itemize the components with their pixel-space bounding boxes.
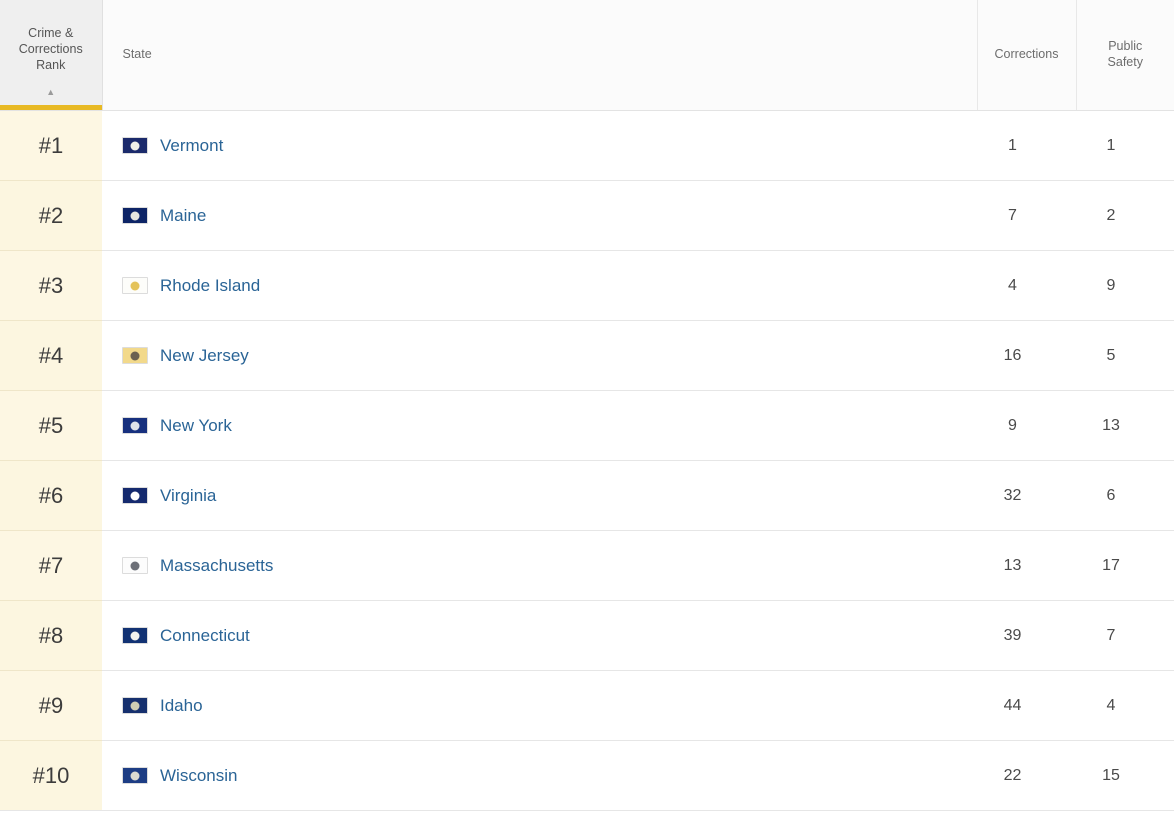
- table-header: Crime & Corrections Rank ▲ State Correct…: [0, 0, 1174, 111]
- rank-cell: #3: [0, 251, 102, 321]
- public-safety-cell: 17: [1076, 531, 1174, 601]
- rank-cell: #4: [0, 321, 102, 391]
- public-safety-cell: 2: [1076, 181, 1174, 251]
- flag-new-york-icon: [122, 417, 148, 434]
- table-row: #2 Maine 72: [0, 181, 1174, 251]
- corrections-cell: 1: [977, 111, 1076, 181]
- column-header-public-safety[interactable]: Public Safety: [1076, 0, 1174, 111]
- state-link[interactable]: Wisconsin: [160, 766, 237, 786]
- flag-seal: [131, 631, 140, 640]
- public-safety-cell: 9: [1076, 251, 1174, 321]
- state-link[interactable]: Rhode Island: [160, 276, 260, 296]
- corrections-cell: 13: [977, 531, 1076, 601]
- corrections-cell: 4: [977, 251, 1076, 321]
- corrections-cell: 22: [977, 741, 1076, 811]
- corrections-cell: 44: [977, 671, 1076, 741]
- rank-label-line-3: Rank: [36, 57, 65, 73]
- flag-massachusetts-icon: [122, 557, 148, 574]
- flag-seal: [131, 351, 140, 360]
- state-cell: Connecticut: [102, 601, 977, 671]
- flag-wisconsin-icon: [122, 767, 148, 784]
- public-safety-cell: 5: [1076, 321, 1174, 391]
- state-link[interactable]: New York: [160, 416, 232, 436]
- flag-seal: [131, 561, 140, 570]
- state-cell: Idaho: [102, 671, 977, 741]
- state-link[interactable]: New Jersey: [160, 346, 249, 366]
- flag-rhode-island-icon: [122, 277, 148, 294]
- header-row: Crime & Corrections Rank ▲ State Correct…: [0, 0, 1174, 111]
- column-header-corrections[interactable]: Corrections: [977, 0, 1076, 111]
- flag-new-jersey-icon: [122, 347, 148, 364]
- table-row: #8 Connecticut 397: [0, 601, 1174, 671]
- table-body: #1Vermont11#2Maine72#3Rhode Island49#4Ne…: [0, 111, 1174, 811]
- rank-cell: #7: [0, 531, 102, 601]
- flag-seal: [131, 701, 140, 710]
- corrections-cell: 9: [977, 391, 1076, 461]
- column-header-state-label: State: [123, 46, 152, 62]
- state-link[interactable]: Idaho: [160, 696, 203, 716]
- state-link[interactable]: Maine: [160, 206, 206, 226]
- public-safety-label-line-1: Public: [1108, 38, 1142, 54]
- state-link[interactable]: Vermont: [160, 136, 223, 156]
- state-link[interactable]: Massachusetts: [160, 556, 273, 576]
- flag-seal: [131, 211, 140, 220]
- rank-cell: #6: [0, 461, 102, 531]
- corrections-cell: 39: [977, 601, 1076, 671]
- table-row: #1 Vermont 11: [0, 111, 1174, 181]
- flag-connecticut-icon: [122, 627, 148, 644]
- rank-cell: #9: [0, 671, 102, 741]
- flag-seal: [131, 771, 140, 780]
- corrections-cell: 32: [977, 461, 1076, 531]
- state-cell: Maine: [102, 181, 977, 251]
- table-row: #4 New Jersey 165: [0, 321, 1174, 391]
- flag-seal: [131, 141, 140, 150]
- state-cell: New York: [102, 391, 977, 461]
- sort-indicator-bar: [0, 105, 102, 110]
- corrections-cell: 7: [977, 181, 1076, 251]
- public-safety-label-line-2: Safety: [1108, 54, 1143, 70]
- flag-vermont-icon: [122, 137, 148, 154]
- rank-cell: #2: [0, 181, 102, 251]
- caret-up-icon: ▲: [0, 88, 102, 97]
- state-cell: Massachusetts: [102, 531, 977, 601]
- rank-label-line-1: Crime &: [28, 25, 73, 41]
- rank-cell: #1: [0, 111, 102, 181]
- rank-cell: #8: [0, 601, 102, 671]
- table-row: #6 Virginia 326: [0, 461, 1174, 531]
- state-cell: Virginia: [102, 461, 977, 531]
- column-header-state[interactable]: State: [102, 0, 977, 111]
- rank-cell: #5: [0, 391, 102, 461]
- public-safety-cell: 13: [1076, 391, 1174, 461]
- public-safety-cell: 1: [1076, 111, 1174, 181]
- corrections-cell: 16: [977, 321, 1076, 391]
- flag-idaho-icon: [122, 697, 148, 714]
- column-header-corrections-label: Corrections: [995, 46, 1059, 62]
- rank-label-line-2: Corrections: [19, 41, 83, 57]
- public-safety-cell: 15: [1076, 741, 1174, 811]
- public-safety-cell: 7: [1076, 601, 1174, 671]
- rankings-table: Crime & Corrections Rank ▲ State Correct…: [0, 0, 1174, 811]
- flag-seal: [131, 281, 140, 290]
- table-row: #5 New York 913: [0, 391, 1174, 461]
- table-row: #7 Massachusetts 1317: [0, 531, 1174, 601]
- flag-maine-icon: [122, 207, 148, 224]
- public-safety-cell: 4: [1076, 671, 1174, 741]
- rank-cell: #10: [0, 741, 102, 811]
- column-header-rank[interactable]: Crime & Corrections Rank ▲: [0, 0, 102, 111]
- state-link[interactable]: Connecticut: [160, 626, 250, 646]
- flag-virginia-icon: [122, 487, 148, 504]
- table-row: #9 Idaho 444: [0, 671, 1174, 741]
- state-cell: Wisconsin: [102, 741, 977, 811]
- state-cell: Vermont: [102, 111, 977, 181]
- table-row: #10 Wisconsin 2215: [0, 741, 1174, 811]
- flag-seal: [131, 491, 140, 500]
- public-safety-cell: 6: [1076, 461, 1174, 531]
- table-row: #3 Rhode Island 49: [0, 251, 1174, 321]
- state-link[interactable]: Virginia: [160, 486, 216, 506]
- state-cell: New Jersey: [102, 321, 977, 391]
- flag-seal: [131, 421, 140, 430]
- state-cell: Rhode Island: [102, 251, 977, 321]
